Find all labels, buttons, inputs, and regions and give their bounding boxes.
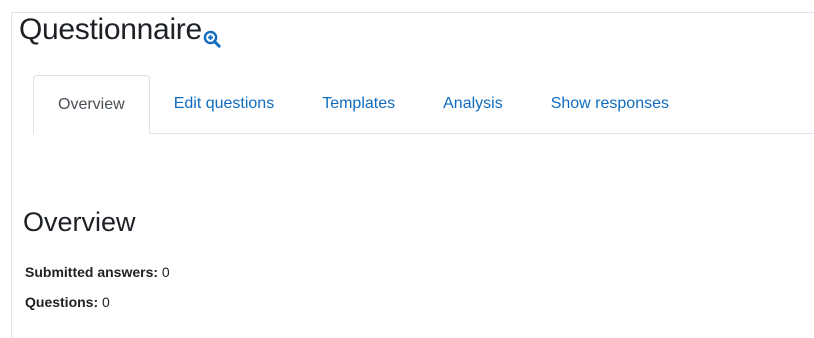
tab-templates[interactable]: Templates — [298, 75, 419, 133]
tab-analysis[interactable]: Analysis — [419, 75, 527, 133]
tab-edit-questions[interactable]: Edit questions — [150, 75, 299, 133]
questions-value: 0 — [102, 294, 110, 310]
questions-stat: Questions: 0 — [25, 294, 110, 310]
search-plus-icon[interactable] — [203, 24, 221, 48]
questions-label: Questions: — [25, 294, 99, 310]
submitted-answers-value: 0 — [161, 264, 170, 280]
overview-heading: Overview — [23, 207, 136, 237]
tab-overview[interactable]: Overview — [33, 75, 150, 134]
page-title-text: Questionnaire — [19, 13, 202, 46]
tab-bar: Overview Edit questions Templates Analys… — [33, 75, 814, 134]
tab-show-responses[interactable]: Show responses — [527, 75, 693, 133]
page-title: Questionnaire — [19, 13, 221, 48]
submitted-answers-label: Submitted answers: — [25, 264, 159, 280]
content-frame — [11, 12, 814, 338]
submitted-answers-stat: Submitted answers: 0 — [25, 264, 170, 280]
